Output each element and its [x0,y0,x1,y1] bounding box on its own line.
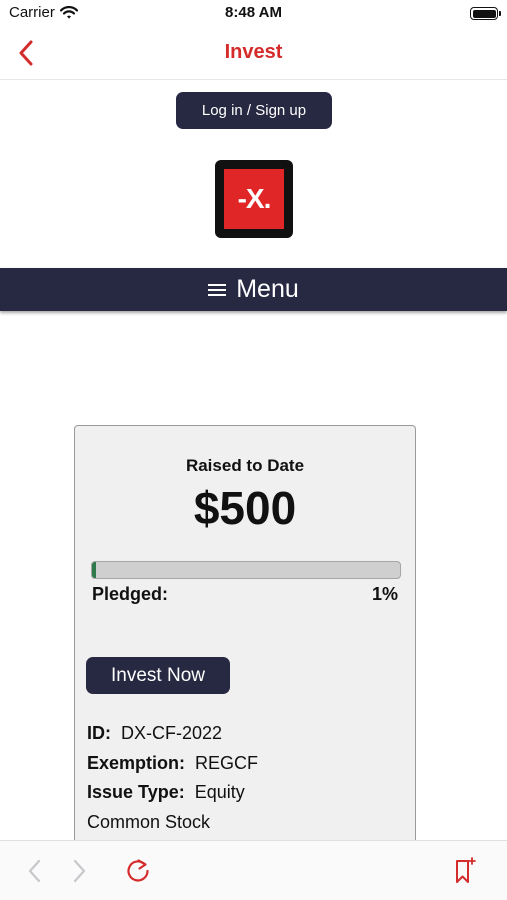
detail-key: Exemption: [87,753,186,773]
detail-issue-type: Issue Type: Equity [87,782,245,803]
logo-mark: -X. [224,169,284,229]
detail-key: ID: [87,723,111,743]
page-title: Invest [224,41,283,63]
toolbar-reload-button[interactable] [123,856,153,886]
detail-value: Common Stock [87,812,211,832]
detail-value: REGCF [195,753,259,773]
detail-id: ID: DX-CF-2022 [87,723,222,744]
raised-amount: $500 [193,482,297,534]
status-time: 8:48 AM [225,4,282,21]
campaign-card: Raised to Date $500 Pledged: 1% Invest N… [74,425,416,855]
menu-label: Menu [236,275,299,303]
detail-value: Equity [194,782,245,802]
detail-exemption: Exemption: REGCF [87,753,258,774]
toolbar-bookmark-button[interactable] [448,856,478,886]
toolbar-back-button[interactable] [19,856,49,886]
add-bookmark-icon [456,857,476,883]
back-arrow-icon [28,859,41,883]
logo-text: -X. [237,183,272,214]
toolbar-forward-button[interactable] [65,856,95,886]
pledge-progress-bar [91,561,401,579]
nav-bar: Invest [0,28,507,80]
raised-label: Raised to Date [185,456,305,475]
pledge-progress-fill [92,562,96,578]
status-bar: Carrier 8:48 AM [0,0,507,28]
detail-key: Issue Type: [87,782,185,802]
brand-logo[interactable]: -X. [215,160,293,238]
reload-icon [127,859,149,882]
invest-now-button[interactable]: Invest Now [86,657,230,694]
detail-value: DX-CF-2022 [121,723,223,743]
login-signup-button[interactable]: Log in / Sign up [176,92,332,129]
hamburger-icon [208,283,227,296]
battery-icon [470,7,501,20]
menu-button[interactable]: Menu [0,268,507,311]
browser-toolbar [0,840,507,900]
pledged-label: Pledged: [92,584,169,604]
pledged-percent: 1% [371,584,398,604]
detail-security: Common Stock [87,812,210,833]
forward-arrow-icon [73,859,86,883]
